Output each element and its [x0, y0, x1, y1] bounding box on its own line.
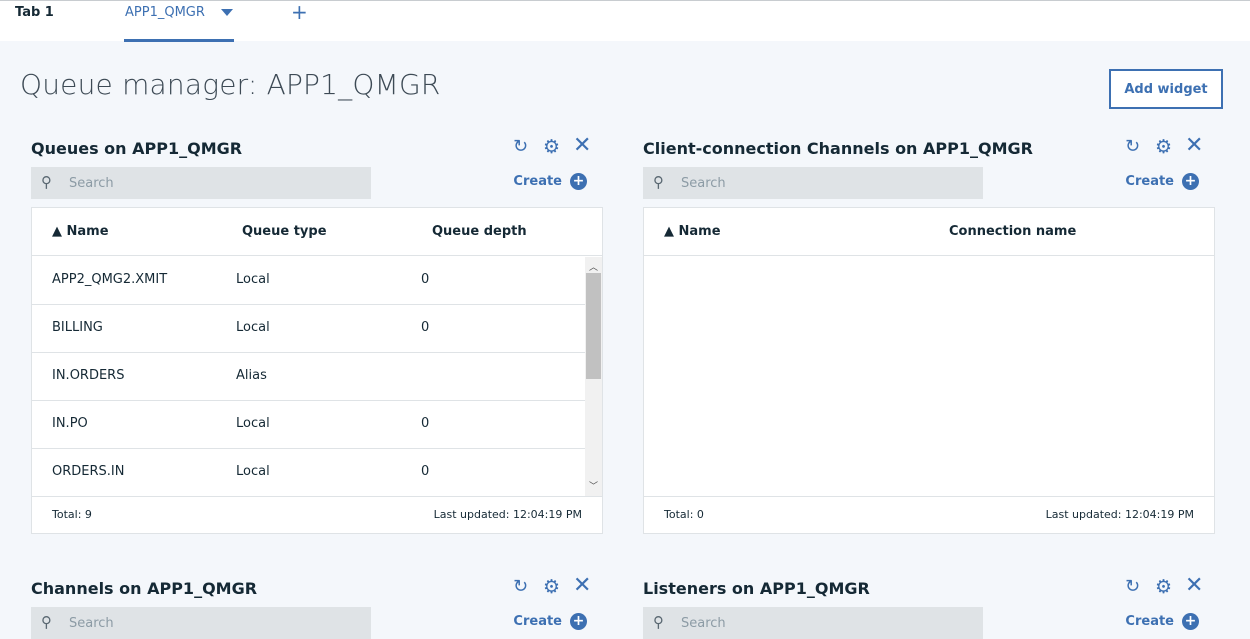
tab-bar: Tab 1 APP1_QMGR + [0, 0, 1250, 42]
cell-name: IN.ORDERS [52, 368, 125, 383]
search-box: ⚲ [643, 167, 983, 199]
cell-name: IN.PO [52, 416, 88, 431]
total-count: Total: 9 [52, 508, 92, 521]
cell-type: Alias [236, 368, 267, 383]
cell-type: Local [236, 320, 270, 335]
tab-1[interactable]: Tab 1 [15, 5, 54, 20]
column-header-queue-type[interactable]: Queue type [242, 224, 327, 239]
close-icon[interactable]: ✕ [1185, 135, 1203, 157]
queues-widget: Queues on APP1_QMGR ↻ ⚙ ✕ ⚲ Create + ▲ N… [31, 135, 603, 544]
add-tab-button[interactable]: + [291, 1, 308, 23]
cell-name: APP2_QMG2.XMIT [52, 272, 168, 287]
cell-name: ORDERS.IN [52, 464, 125, 479]
search-input[interactable] [681, 607, 971, 639]
table-row[interactable]: IN.PO Local 0 [32, 401, 585, 449]
widget-actions: ↻ ⚙ ✕ [1125, 575, 1215, 599]
column-header-queue-depth[interactable]: Queue depth [432, 224, 527, 239]
close-icon[interactable]: ✕ [573, 575, 591, 597]
plus-circle-icon: + [1182, 173, 1199, 190]
create-label: Create [1125, 614, 1174, 629]
search-icon: ⚲ [653, 173, 664, 191]
page-title: Queue manager: APP1_QMGR [20, 68, 441, 101]
table-footer: Total: 9 Last updated: 12:04:19 PM [32, 496, 602, 533]
search-box: ⚲ [643, 607, 983, 639]
table-row[interactable]: IN.ORDERS Alias [32, 353, 585, 401]
search-icon: ⚲ [653, 613, 664, 631]
add-widget-button[interactable]: Add widget [1109, 69, 1223, 109]
create-label: Create [1125, 174, 1174, 189]
column-header-name[interactable]: ▲ Name [664, 224, 721, 239]
listeners-widget: Listeners on APP1_QMGR ↻ ⚙ ✕ ⚲ Create + [643, 575, 1215, 639]
chevron-up-icon[interactable]: ︿ [588, 260, 599, 273]
plus-circle-icon: + [1182, 613, 1199, 630]
table-footer: Total: 0 Last updated: 12:04:19 PM [644, 496, 1214, 533]
table-row[interactable]: BILLING Local 0 [32, 305, 585, 353]
column-header-connection-name[interactable]: Connection name [949, 224, 1076, 239]
cell-depth: 0 [421, 416, 430, 431]
queues-table: ▲ Name Queue type Queue depth APP2_QMG2.… [31, 207, 603, 534]
scrollbar[interactable]: ︿ ﹀ [585, 257, 602, 496]
refresh-icon[interactable]: ↻ [513, 576, 528, 597]
create-label: Create [513, 174, 562, 189]
create-label: Create [513, 614, 562, 629]
close-icon[interactable]: ✕ [1185, 575, 1203, 597]
table-header: ▲ Name Connection name [644, 208, 1214, 256]
widget-actions: ↻ ⚙ ✕ [513, 135, 603, 159]
gear-icon[interactable]: ⚙ [543, 576, 560, 598]
cell-type: Local [236, 416, 270, 431]
cell-name: BILLING [52, 320, 103, 335]
search-box: ⚲ [31, 607, 371, 639]
create-button[interactable]: Create + [513, 613, 587, 630]
cell-depth: 0 [421, 272, 430, 287]
plus-circle-icon: + [570, 173, 587, 190]
cell-depth: 0 [421, 464, 430, 479]
widget-actions: ↻ ⚙ ✕ [513, 575, 603, 599]
create-button[interactable]: Create + [1125, 173, 1199, 190]
close-icon[interactable]: ✕ [573, 135, 591, 157]
refresh-icon[interactable]: ↻ [1125, 576, 1140, 597]
gear-icon[interactable]: ⚙ [1155, 136, 1172, 158]
last-updated: Last updated: 12:04:19 PM [1045, 508, 1194, 521]
create-button[interactable]: Create + [513, 173, 587, 190]
search-input[interactable] [681, 167, 971, 199]
column-header-name[interactable]: ▲ Name [52, 224, 109, 239]
client-connection-channels-widget: Client-connection Channels on APP1_QMGR … [643, 135, 1215, 544]
table-header: ▲ Name Queue type Queue depth [32, 208, 602, 256]
create-button[interactable]: Create + [1125, 613, 1199, 630]
client-connection-channels-table: ▲ Name Connection name Total: 0 Last upd… [643, 207, 1215, 534]
table-row[interactable]: APP2_QMG2.XMIT Local 0 [32, 257, 585, 305]
widget-actions: ↻ ⚙ ✕ [1125, 135, 1215, 159]
channels-widget: Channels on APP1_QMGR ↻ ⚙ ✕ ⚲ Create + [31, 575, 603, 639]
cell-depth: 0 [421, 320, 430, 335]
cell-type: Local [236, 272, 270, 287]
search-icon: ⚲ [41, 173, 52, 191]
refresh-icon[interactable]: ↻ [513, 136, 528, 157]
search-box: ⚲ [31, 167, 371, 199]
plus-circle-icon: + [570, 613, 587, 630]
active-tab-indicator [124, 39, 234, 42]
gear-icon[interactable]: ⚙ [543, 136, 560, 158]
search-input[interactable] [69, 607, 359, 639]
last-updated: Last updated: 12:04:19 PM [433, 508, 582, 521]
search-input[interactable] [69, 167, 359, 199]
widget-title: Listeners on APP1_QMGR [643, 579, 870, 598]
gear-icon[interactable]: ⚙ [1155, 576, 1172, 598]
widget-title: Queues on APP1_QMGR [31, 139, 243, 158]
cell-type: Local [236, 464, 270, 479]
table-row[interactable]: ORDERS.IN Local 0 [32, 449, 585, 497]
refresh-icon[interactable]: ↻ [1125, 136, 1140, 157]
tab-app1-qmgr[interactable]: APP1_QMGR [125, 5, 205, 20]
chevron-down-icon[interactable]: ﹀ [588, 479, 599, 492]
widget-title: Client-connection Channels on APP1_QMGR [643, 139, 1033, 158]
total-count: Total: 0 [664, 508, 704, 521]
chevron-down-icon[interactable] [221, 9, 233, 16]
scrollbar-thumb[interactable] [586, 273, 601, 379]
search-icon: ⚲ [41, 613, 52, 631]
widget-title: Channels on APP1_QMGR [31, 579, 258, 598]
